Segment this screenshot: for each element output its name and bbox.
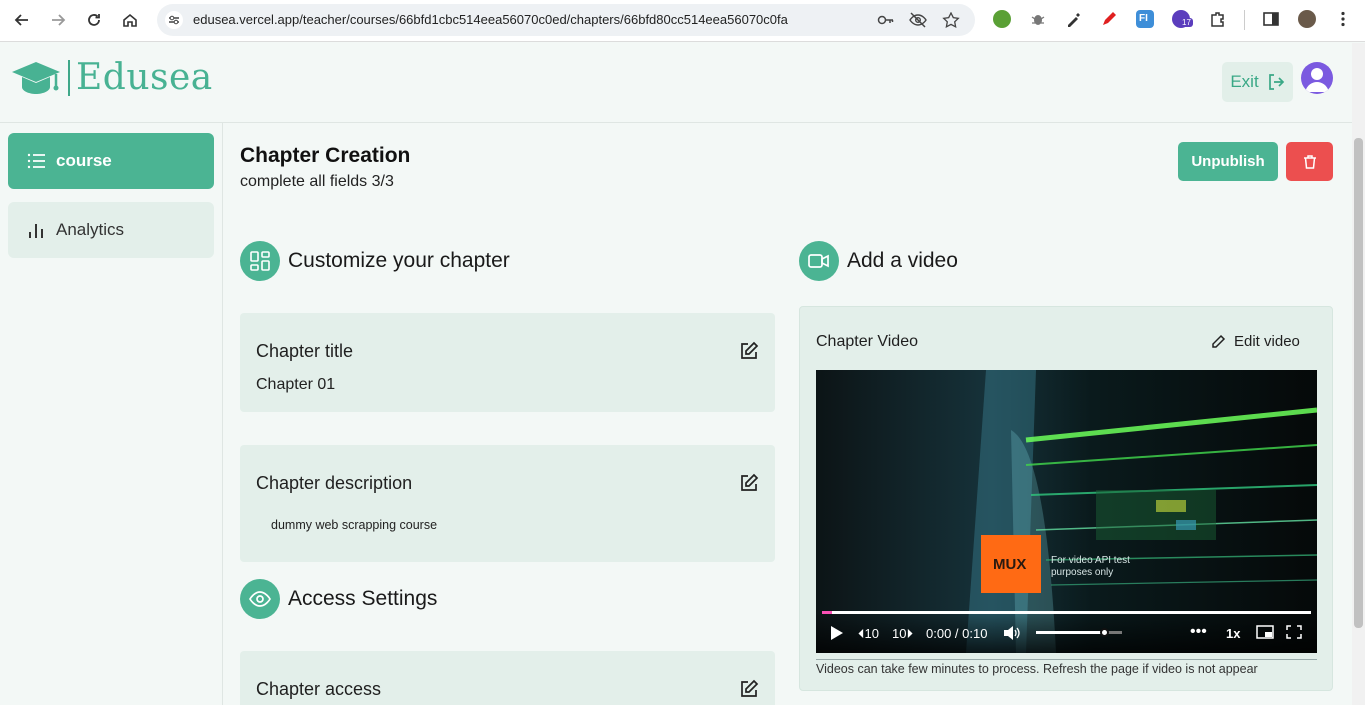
address-bar[interactable]: edusea.vercel.app/teacher/courses/66bfd1… xyxy=(157,4,975,36)
bookmark-star-icon[interactable] xyxy=(942,11,960,28)
scrollbar[interactable] xyxy=(1352,43,1365,705)
main-content: Chapter Creation complete all fields 3/3… xyxy=(224,124,1352,705)
url-text: edusea.vercel.app/teacher/courses/66bfd1… xyxy=(193,12,788,27)
extension-pen-icon[interactable] xyxy=(1100,10,1118,28)
video-controls: ⏴10 10⏵ 0:00 / 0:10 ••• 1x xyxy=(816,611,1317,653)
section-title: Access Settings xyxy=(288,587,438,610)
trash-icon xyxy=(1303,154,1316,169)
edit-icon[interactable] xyxy=(739,341,759,361)
video-player[interactable]: MUX For video API test purposes only ⏴10… xyxy=(816,370,1317,653)
chapter-title-card: Chapter title Chapter 01 xyxy=(240,313,775,412)
delete-button[interactable] xyxy=(1286,142,1333,181)
forward-icon[interactable] xyxy=(47,9,69,31)
eye-icon xyxy=(240,579,280,619)
menu-dots-icon[interactable] xyxy=(1334,10,1352,28)
chapter-access-card: Chapter access xyxy=(240,651,775,705)
bar-chart-icon xyxy=(29,224,43,238)
chapter-description-value: dummy web scrapping course xyxy=(271,518,438,532)
extension-eyedropper-icon[interactable] xyxy=(1065,10,1083,28)
unpublish-button[interactable]: Unpublish xyxy=(1178,142,1278,181)
video-processing-note: Videos can take few minutes to process. … xyxy=(816,659,1317,676)
key-icon[interactable] xyxy=(877,12,895,28)
extensions-puzzle-icon[interactable] xyxy=(1209,10,1227,28)
sidebar-item-analytics[interactable]: Analytics xyxy=(8,202,214,258)
graduation-cap-icon xyxy=(10,58,62,98)
layout-dashboard-icon xyxy=(240,241,280,281)
forward-icon[interactable]: 10⏵ xyxy=(892,626,913,642)
chapter-video-label: Chapter Video xyxy=(816,333,918,350)
forward-seconds: 10 xyxy=(892,626,907,641)
completion-status: complete all fields 3/3 xyxy=(240,173,394,190)
progress-fill xyxy=(822,611,832,614)
logo-divider xyxy=(68,59,70,96)
customize-section-heading: Customize your chapter xyxy=(240,241,510,281)
toolbar-divider xyxy=(1244,10,1245,30)
volume-slider[interactable] xyxy=(1036,628,1122,637)
back-icon[interactable] xyxy=(11,9,33,31)
chapter-title-label: Chapter title xyxy=(256,341,354,361)
exit-button[interactable]: Exit xyxy=(1222,62,1293,102)
extension-academic-icon[interactable]: 17 xyxy=(1172,10,1193,28)
volume-fill xyxy=(1036,631,1105,634)
browser-toolbar: edusea.vercel.app/teacher/courses/66bfd1… xyxy=(0,0,1365,42)
section-title: Add a video xyxy=(847,249,958,272)
extension-bug-icon[interactable] xyxy=(1029,10,1047,28)
video-section-heading: Add a video xyxy=(799,241,958,281)
chapter-video-card: Chapter Video Edit video MUX For video A… xyxy=(799,306,1333,691)
exit-label: Exit xyxy=(1230,72,1259,91)
logo-text: Edusea xyxy=(76,57,213,98)
logo[interactable]: Edusea xyxy=(10,57,213,98)
chapter-description-label: Chapter description xyxy=(256,473,413,493)
sidebar-item-label: Analytics xyxy=(56,220,125,239)
time-display: 0:00 / 0:10 xyxy=(926,626,988,641)
mux-text: MUX xyxy=(993,556,1026,573)
more-options-icon[interactable]: ••• xyxy=(1190,623,1207,641)
extension-plus-icon[interactable] xyxy=(993,10,1011,28)
rewind-seconds: 10 xyxy=(864,626,879,641)
eye-off-icon[interactable] xyxy=(909,12,927,28)
progress-track[interactable] xyxy=(822,611,1311,614)
volume-icon[interactable] xyxy=(1002,625,1020,641)
chapter-title-value: Chapter 01 xyxy=(256,376,336,393)
edit-icon[interactable] xyxy=(739,473,759,493)
edit-icon[interactable] xyxy=(739,679,759,699)
side-panel-icon[interactable] xyxy=(1262,10,1280,28)
chapter-access-label: Chapter access xyxy=(256,679,382,699)
access-section-heading: Access Settings xyxy=(240,579,437,619)
video-camera-icon xyxy=(799,241,839,281)
sidebar-item-course[interactable]: course xyxy=(8,133,214,189)
sidebar: course Analytics xyxy=(0,123,223,705)
reload-icon[interactable] xyxy=(83,9,105,31)
play-icon[interactable] xyxy=(830,625,844,641)
edit-video-button[interactable]: Edit video xyxy=(1210,333,1300,350)
home-icon[interactable] xyxy=(119,9,141,31)
extension-fi-icon[interactable]: FI xyxy=(1136,10,1154,28)
rewind-icon[interactable]: ⏴10 xyxy=(858,626,879,642)
app-header: Edusea Exit xyxy=(0,43,1352,123)
scroll-thumb[interactable] xyxy=(1354,138,1363,628)
site-settings-icon[interactable] xyxy=(165,11,183,29)
edit-video-label: Edit video xyxy=(1234,333,1300,350)
sidebar-item-label: course xyxy=(56,151,112,170)
volume-knob[interactable] xyxy=(1099,628,1109,637)
user-avatar[interactable] xyxy=(1301,62,1333,94)
page-title: Chapter Creation xyxy=(240,144,411,167)
fullscreen-icon[interactable] xyxy=(1286,625,1302,639)
chapter-description-card: Chapter description dummy web scrapping … xyxy=(240,445,775,562)
logout-icon xyxy=(1268,74,1284,90)
playback-speed[interactable]: 1x xyxy=(1226,626,1240,641)
profile-avatar-icon[interactable] xyxy=(1298,10,1316,28)
list-icon xyxy=(27,153,45,169)
section-title: Customize your chapter xyxy=(288,249,510,272)
pencil-icon xyxy=(1212,334,1226,348)
picture-in-picture-icon[interactable] xyxy=(1256,625,1274,639)
